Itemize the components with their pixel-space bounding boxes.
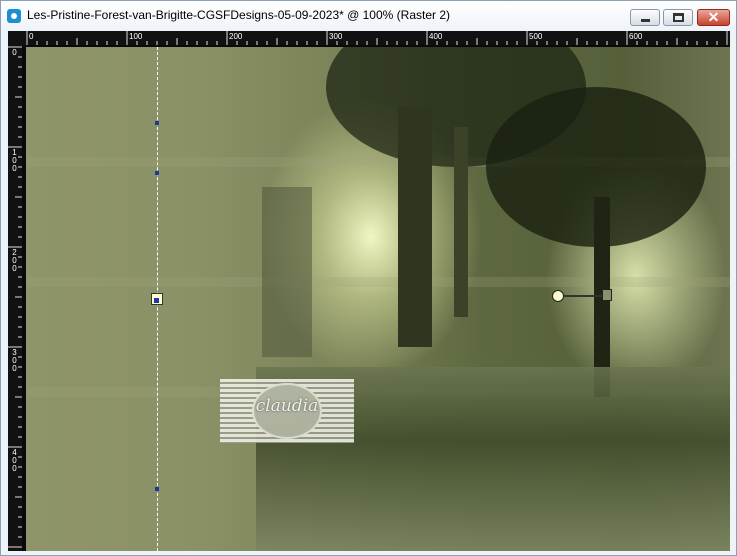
- ruler-top-label: 500: [529, 32, 543, 41]
- tree-trunk: [398, 107, 432, 347]
- close-button[interactable]: ✕: [697, 9, 730, 26]
- rotation-arm: [564, 295, 604, 297]
- guide-marker: [155, 171, 159, 175]
- ruler-top-label: 600: [629, 32, 643, 41]
- ruler-left-label: 0: [12, 264, 17, 273]
- vertical-ruler-ticks: [8, 46, 22, 548]
- ruler-corner: [8, 31, 26, 45]
- ruler-top-label: 100: [129, 32, 143, 41]
- haze-band: [26, 277, 730, 287]
- image-canvas[interactable]: claudia: [26, 47, 730, 551]
- tree-trunk: [454, 127, 468, 317]
- ruler-top-label: 300: [329, 32, 343, 41]
- guide-marker: [155, 487, 159, 491]
- title-bar[interactable]: Les-Pristine-Forest-van-Brigitte-CGSFDes…: [1, 1, 736, 31]
- maximize-icon: [673, 13, 684, 22]
- ruler-top-label: 400: [429, 32, 443, 41]
- minimize-icon: [641, 19, 650, 22]
- tree-trunk: [262, 187, 312, 357]
- watermark-text: claudia: [255, 396, 319, 416]
- horizontal-ruler[interactable]: 0 100 200 300 400 500 600: [26, 31, 730, 45]
- pick-tool-handle[interactable]: [602, 289, 612, 301]
- ruler-top-label: 200: [229, 32, 243, 41]
- minimize-button[interactable]: [630, 9, 660, 26]
- ruler-left-label: 0: [12, 164, 17, 173]
- rotate-handle-icon[interactable]: [552, 290, 564, 302]
- vertical-ruler[interactable]: 0 1 0 0 2 0 0 3 0 0 4 0 0: [8, 45, 22, 551]
- image-window: Les-Pristine-Forest-van-Brigitte-CGSFDes…: [0, 0, 737, 556]
- claudia-watermark-logo[interactable]: claudia: [220, 379, 354, 443]
- paintshop-pro-app-icon: [7, 9, 21, 23]
- guide-marker: [155, 121, 159, 125]
- maximize-button[interactable]: [663, 9, 693, 26]
- ruler-left-label: 0: [12, 364, 17, 373]
- document-frame: 0 100 200 300 400 500 600 0 1 0 0 2 0 0 …: [8, 31, 730, 551]
- ruler-left-label: 0: [12, 48, 17, 57]
- guide-handle[interactable]: [151, 293, 163, 305]
- ruler-top-label: 0: [29, 32, 34, 41]
- close-icon: ✕: [707, 9, 720, 25]
- window-title: Les-Pristine-Forest-van-Brigitte-CGSFDes…: [27, 8, 450, 22]
- ruler-left-label: 0: [12, 464, 17, 473]
